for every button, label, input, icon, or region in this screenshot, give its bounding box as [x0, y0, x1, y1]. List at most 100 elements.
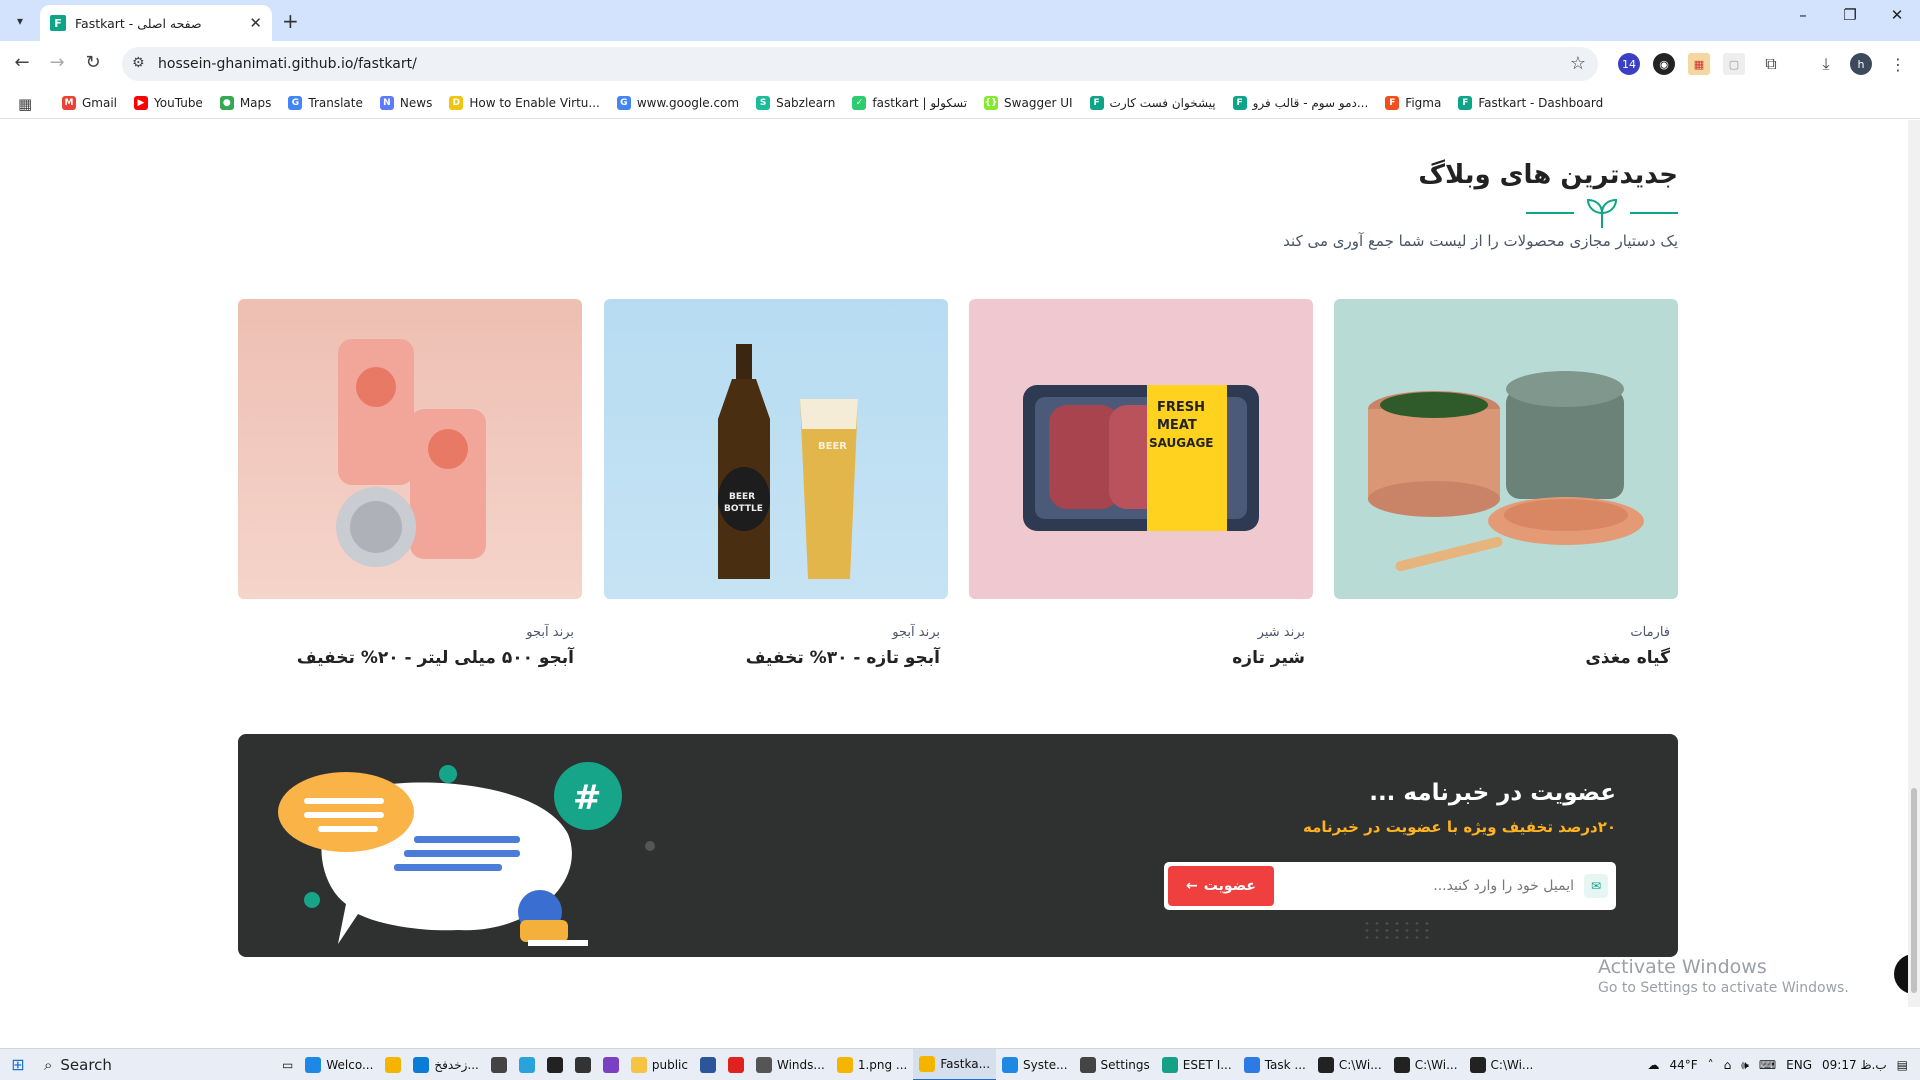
- taskbar-app[interactable]: Winds...: [750, 1049, 831, 1080]
- bookmark-label: Fastkart - Dashboard: [1478, 96, 1604, 110]
- taskbar-app[interactable]: public: [625, 1049, 694, 1080]
- bookmark-item[interactable]: F Fastkart - Dashboard: [1458, 96, 1603, 110]
- bookmark-item[interactable]: M Gmail: [62, 96, 117, 110]
- blog-card[interactable]: BEER BOTTLE BEER برند آبجو آبجو تازه - ۳…: [604, 299, 948, 668]
- eset-icon: [1161, 1056, 1178, 1073]
- tray-chevron-icon[interactable]: ˄: [1708, 1058, 1714, 1072]
- bookmark-item[interactable]: F Figma: [1385, 96, 1441, 110]
- bookmark-item[interactable]: F پیشخوان فست کارت: [1089, 96, 1216, 110]
- bookmark-item[interactable]: F دمو سوم - قالب فرو...: [1232, 96, 1368, 110]
- taskbar-app[interactable]: C:\Wi...: [1464, 1049, 1540, 1080]
- taskbar-app[interactable]: [513, 1049, 541, 1080]
- bookmark-star-icon[interactable]: ☆: [1570, 53, 1586, 74]
- blog-card-image-herbs[interactable]: [1334, 299, 1678, 599]
- back-icon[interactable]: ←: [10, 52, 34, 73]
- bookmark-list: M Gmail ▶ YouTube ● Maps G Translate N News D How t…: [62, 87, 1620, 119]
- taskbar-app[interactable]: Syste...: [996, 1049, 1074, 1080]
- svg-text:SAUGAGE: SAUGAGE: [1149, 436, 1214, 450]
- page-scrollbar[interactable]: [1908, 120, 1920, 1007]
- blog-card-title[interactable]: آبجو تازه - ۳۰% تخفیف: [604, 648, 940, 668]
- taskbar-app[interactable]: زخدفخ...: [407, 1049, 484, 1080]
- forward-icon[interactable]: →: [45, 52, 69, 73]
- taskbar-app[interactable]: Fastka...: [913, 1048, 997, 1080]
- bookmark-item[interactable]: ● Maps: [219, 96, 271, 110]
- language-indicator[interactable]: ENG: [1786, 1058, 1812, 1072]
- bookmark-item[interactable]: ✓ fastkart | تسکولو: [852, 96, 967, 110]
- bookmark-item[interactable]: Gwww.google.com: [616, 96, 739, 110]
- extension-icon[interactable]: ▢: [1723, 53, 1745, 75]
- url-text[interactable]: hossein-ghanimati.github.io/fastkart/: [158, 56, 417, 72]
- close-window-button[interactable]: ✕: [1874, 6, 1920, 24]
- bookmark-item[interactable]: ▶ YouTube: [134, 96, 203, 110]
- extension-badge-icon[interactable]: 14: [1618, 53, 1640, 75]
- taskbar-app[interactable]: [541, 1049, 569, 1080]
- folder-icon: [630, 1056, 647, 1073]
- taskbar-app[interactable]: Settings: [1074, 1049, 1156, 1080]
- extensions-puzzle-icon[interactable]: ⧉: [1760, 53, 1782, 75]
- taskbar-app[interactable]: [694, 1049, 722, 1080]
- bookmark-label: Translate: [308, 96, 363, 110]
- taskbar-app[interactable]: [485, 1049, 513, 1080]
- blog-card[interactable]: فارمات گیاه مغذی: [1334, 299, 1678, 668]
- restore-button[interactable]: ❐: [1827, 6, 1873, 24]
- email-input[interactable]: [1294, 874, 1574, 898]
- title-decoration: [1178, 196, 1678, 230]
- taskbar-apps: Welco... زخدفخ... public Winds... 1.png ... F…: [299, 1048, 1540, 1080]
- arrow-left-icon: ←: [1186, 878, 1198, 894]
- bookmark-item[interactable]: D How to Enable Virtu...: [449, 96, 600, 110]
- weather-icon[interactable]: ☁: [1647, 1058, 1659, 1072]
- blog-card[interactable]: FRESH MEAT SAUGAGE برند شیر شیر تازه: [969, 299, 1313, 668]
- reload-icon[interactable]: ↻: [81, 52, 105, 73]
- taskbar-app[interactable]: Welco...: [299, 1049, 379, 1080]
- pycharm-icon: [546, 1056, 563, 1073]
- blog-card-image-beer-cans[interactable]: [238, 299, 582, 599]
- taskbar-app[interactable]: C:\Wi...: [1312, 1049, 1388, 1080]
- address-bar[interactable]: ⚙ hossein-ghanimati.github.io/fastkart/ …: [122, 47, 1598, 81]
- extension-icon[interactable]: ▦: [1688, 53, 1710, 75]
- blog-card[interactable]: برند آبجو آبجو ۵۰۰ میلی لیتر - ۲۰% تخفیف: [238, 299, 582, 668]
- weather-temp[interactable]: 44°F: [1669, 1058, 1697, 1072]
- apps-grid-icon[interactable]: ▦: [18, 95, 32, 113]
- menu-kebab-icon[interactable]: ⋮: [1887, 53, 1909, 75]
- blog-card-image-meat[interactable]: FRESH MEAT SAUGAGE: [969, 299, 1313, 599]
- bookmark-item[interactable]: N News: [379, 96, 432, 110]
- tab-search-button[interactable]: ▾: [8, 9, 32, 33]
- blog-card-title[interactable]: گیاه مغذی: [1334, 648, 1670, 668]
- bookmark-item[interactable]: S Sabzlearn: [756, 96, 835, 110]
- taskbar-app[interactable]: [722, 1049, 750, 1080]
- volume-icon[interactable]: 🕪: [1741, 1058, 1749, 1073]
- tab-fastkart[interactable]: F Fastkart - صفحه اصلی ✕: [40, 5, 272, 41]
- taskbar-app[interactable]: [379, 1049, 407, 1080]
- download-icon[interactable]: ⤓: [1815, 53, 1837, 75]
- taskbar-app[interactable]: [597, 1049, 625, 1080]
- blog-card-image-beer-bottle[interactable]: BEER BOTTLE BEER: [604, 299, 948, 599]
- taskbar-search[interactable]: ⌕ Search: [36, 1049, 276, 1080]
- profile-avatar[interactable]: h: [1850, 53, 1872, 75]
- windows-start-icon[interactable]: ⊞: [0, 1049, 36, 1080]
- extension-icon[interactable]: ◉: [1653, 53, 1675, 75]
- minimize-button[interactable]: –: [1780, 6, 1826, 24]
- keyboard-icon[interactable]: ⌨: [1759, 1058, 1776, 1072]
- network-icon[interactable]: ⌂: [1724, 1058, 1732, 1072]
- scrollbar-thumb[interactable]: [1911, 788, 1917, 993]
- subscribe-button[interactable]: عضویت ←: [1168, 866, 1274, 906]
- taskbar-app[interactable]: 1.png ...: [831, 1049, 914, 1080]
- blog-card-title[interactable]: آبجو ۵۰۰ میلی لیتر - ۲۰% تخفیف: [238, 648, 574, 668]
- taskbar-app[interactable]: [569, 1049, 597, 1080]
- clock[interactable]: 09:17 ب.ظ: [1822, 1058, 1887, 1072]
- close-tab-icon[interactable]: ✕: [249, 14, 262, 32]
- cmd-icon: [1393, 1056, 1410, 1073]
- taskbar-app[interactable]: ESET I...: [1156, 1049, 1238, 1080]
- site-info-icon[interactable]: ⚙: [132, 55, 145, 71]
- new-tab-button[interactable]: +: [282, 9, 299, 33]
- bookmark-item[interactable]: G Translate: [288, 96, 363, 110]
- bookmark-item[interactable]: {} Swagger UI: [984, 96, 1073, 110]
- taskbar-app[interactable]: C:\Wi...: [1388, 1049, 1464, 1080]
- blog-card-title[interactable]: شیر تازه: [969, 648, 1305, 668]
- blog-card-category: فارمات: [1630, 625, 1670, 640]
- task-view-icon[interactable]: ▭: [276, 1049, 299, 1080]
- page-viewport: جدیدترین های وبلاگ یک دستیار مجازی محصول…: [0, 120, 1920, 1007]
- taskbar-app-label: Welco...: [326, 1057, 374, 1072]
- notifications-icon[interactable]: ▤: [1897, 1058, 1908, 1072]
- taskbar-app[interactable]: Task ...: [1238, 1049, 1312, 1080]
